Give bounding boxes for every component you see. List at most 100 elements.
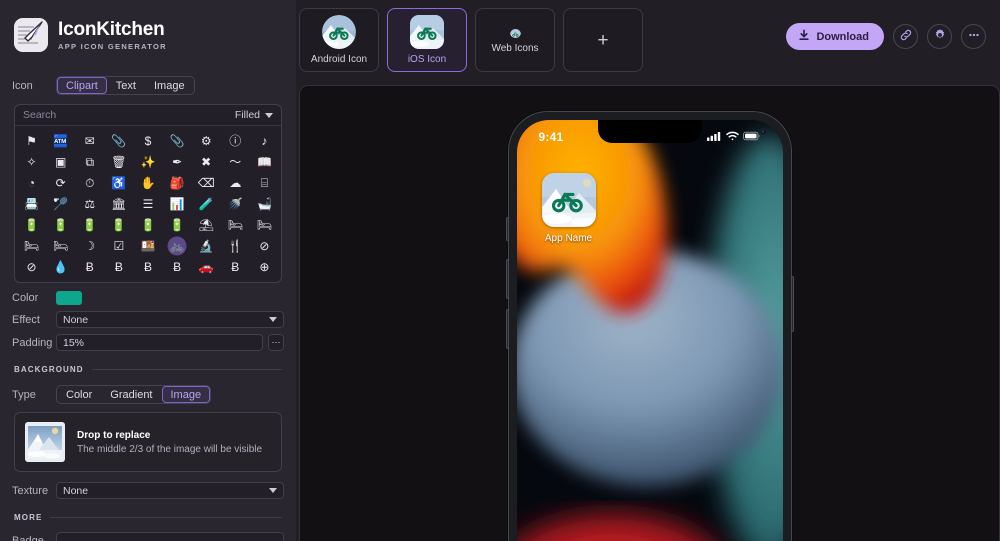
clipart-block-flipped-icon[interactable]: ⊘: [17, 256, 46, 277]
clipart-bluetooth-icon[interactable]: Ƀ: [75, 256, 104, 277]
clipart-attachment-icon[interactable]: 📎: [104, 130, 133, 151]
clipart-bathroom-icon[interactable]: 🚿: [221, 193, 250, 214]
clipart-block-icon[interactable]: ⊘: [250, 235, 279, 256]
backspace-icon: ⌫: [198, 175, 214, 191]
clipart-backpack-icon[interactable]: 🎒: [163, 172, 192, 193]
clipart-bedroom-parent-icon[interactable]: 🛏: [46, 235, 75, 256]
segment-bg-color[interactable]: Color: [57, 386, 101, 403]
clipart-battery-full-icon[interactable]: 🔋: [75, 214, 104, 235]
clipart-autofps-select-icon[interactable]: ◔: [17, 172, 46, 193]
clipart-badminton-icon[interactable]: 🏸: [46, 193, 75, 214]
dropzone-subtitle: The middle 2/3 of the image will be visi…: [77, 444, 262, 455]
padding-input-wrap[interactable]: [56, 334, 263, 351]
clipart-battery-std-icon[interactable]: 🔋: [133, 214, 162, 235]
clipart-icon-grid[interactable]: ⚑🏧✉📎$📎⚙ⓘ♪✧▣⧉🗑✨✒✖〜📖◔⟳⏱♿✋🎒⌫☁⌸📇🏸⚖🏛☰📊🧪🚿🛁🔋🔋🔋🔋…: [15, 126, 281, 282]
clipart-battery-unknown-icon[interactable]: 🔋: [163, 214, 192, 235]
clipart-blur-circular-icon[interactable]: ⊕: [250, 256, 279, 277]
clipart-auto-awesome-motion-icon[interactable]: ⚙: [192, 130, 221, 151]
clipart-bluetooth-disabled-icon[interactable]: Ƀ: [163, 256, 192, 277]
clipart-bluetooth-drive-icon[interactable]: 🚗: [192, 256, 221, 277]
clipart-bedroom-baby-icon[interactable]: 🛏: [250, 214, 279, 235]
clipart-bedroom-child-icon[interactable]: 🛏: [17, 235, 46, 256]
overflow-menu-button[interactable]: [961, 24, 986, 49]
segment-bg-gradient[interactable]: Gradient: [101, 386, 161, 403]
clipart-av-timer-icon[interactable]: ⏱: [75, 172, 104, 193]
tab-android-icon[interactable]: Android Icon: [299, 8, 379, 72]
clipart-attach-money-icon[interactable]: $: [133, 130, 162, 151]
clipart-auto-awesome-motion-stack-icon[interactable]: ⧉: [75, 151, 104, 172]
color-swatch[interactable]: [56, 291, 82, 305]
clipart-back-hand-icon[interactable]: ✋: [133, 172, 162, 193]
texture-select[interactable]: None: [56, 482, 284, 499]
clipart-badge-icon[interactable]: 📇: [17, 193, 46, 214]
clipart-mark-email-unread-icon[interactable]: ✉: [75, 130, 104, 151]
clipart-backspace-icon[interactable]: ⌫: [192, 172, 221, 193]
link-button[interactable]: [893, 24, 918, 49]
clipart-bluetooth-audio-icon[interactable]: Ƀ: [104, 256, 133, 277]
clipart-beenhere-icon[interactable]: ☑: [104, 235, 133, 256]
tab-ios-icon[interactable]: iOS Icon: [387, 8, 467, 72]
clipart-auto-fix-off-icon[interactable]: ✖: [192, 151, 221, 172]
clipart-bathtub-icon[interactable]: 🛁: [250, 193, 279, 214]
clipart-balcony-icon[interactable]: 🏛: [104, 193, 133, 214]
clipart-ballot-icon[interactable]: ☰: [133, 193, 162, 214]
clipart-pedal-bike-icon[interactable]: 🚲: [163, 235, 192, 256]
segment-image[interactable]: Image: [145, 77, 194, 94]
clipart-auto-awesome-icon[interactable]: ✧: [17, 151, 46, 172]
segment-clipart[interactable]: Clipart: [57, 77, 107, 94]
effect-select[interactable]: None: [56, 311, 284, 328]
clipart-batch-prediction-icon[interactable]: 🧪: [192, 193, 221, 214]
clipart-bluetooth-connected-icon[interactable]: Ƀ: [133, 256, 162, 277]
style-filter-dropdown[interactable]: Filled: [235, 109, 273, 121]
auto-fix-off-icon: ✖: [198, 154, 214, 170]
clipart-backup-table-icon[interactable]: ⌸: [250, 172, 279, 193]
clipart-biotech-icon[interactable]: 🔬: [192, 235, 221, 256]
clipart-bar-chart-icon[interactable]: 📊: [163, 193, 192, 214]
clipart-bedtime-icon[interactable]: ☽: [75, 235, 104, 256]
badge-input-wrap[interactable]: [56, 532, 284, 541]
segment-text[interactable]: Text: [107, 77, 145, 94]
tab-web-icons[interactable]: Web Icons: [475, 8, 555, 72]
app-icon-preview: [542, 173, 596, 227]
clipart-battery-saver-icon[interactable]: 🔋: [104, 214, 133, 235]
clipart-beach-access-icon[interactable]: ⛱: [192, 214, 221, 235]
background-type-segmented[interactable]: Color Gradient Image: [56, 385, 211, 404]
clipart-baby-changing-station-icon[interactable]: ♿: [104, 172, 133, 193]
clipart-audiotrack-icon[interactable]: ♪: [250, 130, 279, 151]
clipart-auto-fix-high-icon[interactable]: ✨: [133, 151, 162, 172]
clipart-bloodtype-icon[interactable]: 💧: [46, 256, 75, 277]
search-input[interactable]: [23, 109, 183, 121]
clipart-blender-icon[interactable]: 🍴: [221, 235, 250, 256]
home-screen-app[interactable]: App Name: [539, 173, 599, 244]
clipart-balance-icon[interactable]: ⚖: [75, 193, 104, 214]
clipart-bento-icon[interactable]: 🍱: [133, 235, 162, 256]
clipart-auto-graph-icon[interactable]: 〜: [221, 151, 250, 172]
clipart-auto-fix-normal-icon[interactable]: ✒: [163, 151, 192, 172]
clipart-auto-delete-icon[interactable]: 🗑: [104, 151, 133, 172]
clipart-atm-icon[interactable]: 🏧: [46, 130, 75, 151]
clipart-bed-icon[interactable]: 🛏: [221, 214, 250, 235]
segment-bg-image[interactable]: Image: [162, 386, 211, 403]
badge-input[interactable]: [63, 535, 277, 541]
audiotrack-icon: ♪: [256, 133, 272, 149]
iphone-mockup: 9:41: [508, 111, 792, 541]
clipart-info-circle-icon[interactable]: ⓘ: [221, 130, 250, 151]
background-image-dropzone[interactable]: Drop to replace The middle 2/3 of the im…: [14, 412, 282, 472]
clipart-battery-alert-icon[interactable]: 🔋: [17, 214, 46, 235]
settings-button[interactable]: [927, 24, 952, 49]
padding-more-button[interactable]: ⋯: [268, 334, 284, 351]
clipart-auto-awesome-mosaic-icon[interactable]: ▣: [46, 151, 75, 172]
download-icon: [798, 29, 810, 44]
add-platform-button[interactable]: +: [563, 8, 643, 72]
clipart-auto-stories-icon[interactable]: 📖: [250, 151, 279, 172]
clipart-backup-icon[interactable]: ☁: [221, 172, 250, 193]
padding-input[interactable]: [63, 337, 256, 349]
download-button[interactable]: Download: [786, 23, 884, 50]
clipart-attach-file-icon[interactable]: 📎: [163, 130, 192, 151]
clipart-flag-icon[interactable]: ⚑: [17, 130, 46, 151]
clipart-bluetooth-searching-icon[interactable]: Ƀ: [221, 256, 250, 277]
pedal-bike-icon: 🚲: [169, 238, 185, 254]
icon-type-segmented[interactable]: Clipart Text Image: [56, 76, 195, 95]
clipart-autorenew-icon[interactable]: ⟳: [46, 172, 75, 193]
clipart-battery-charging-20-icon[interactable]: 🔋: [46, 214, 75, 235]
